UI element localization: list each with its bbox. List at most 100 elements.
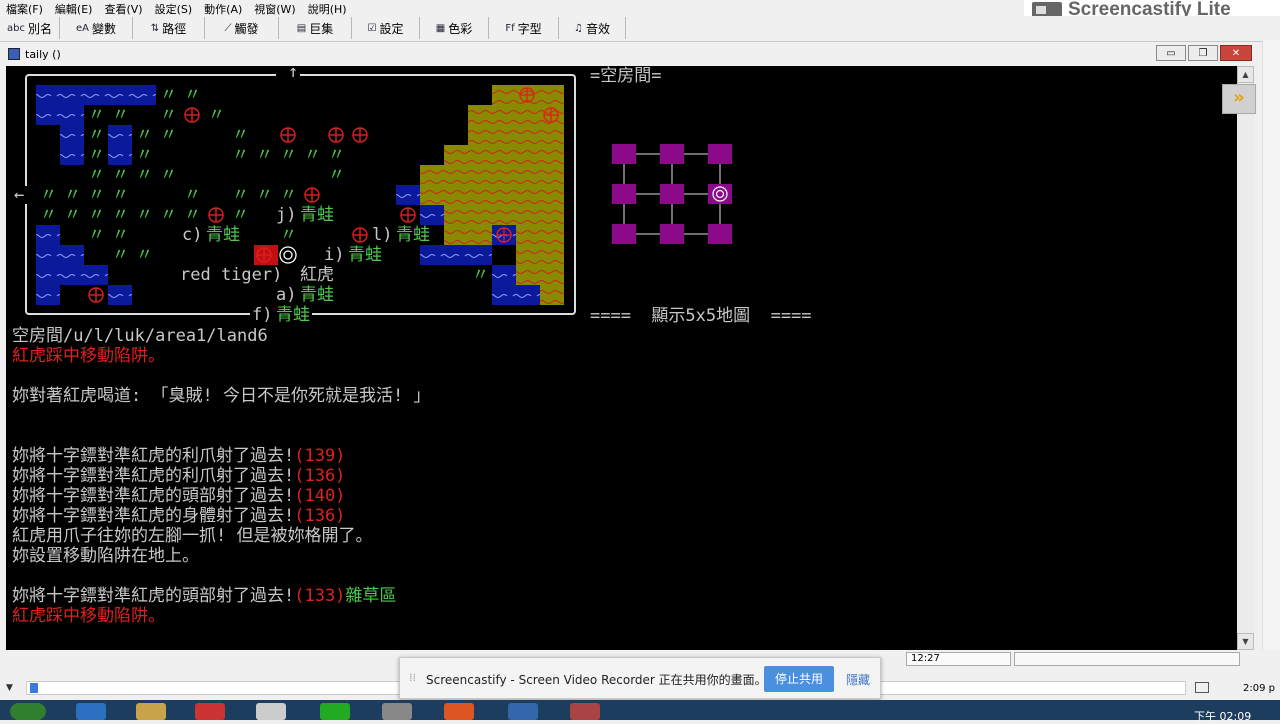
toolbar-label: 色彩: [448, 21, 473, 36]
menu-settings[interactable]: 設定(S): [149, 0, 199, 16]
toolbar-font-button[interactable]: Ff 字型: [489, 17, 559, 39]
drag-handle-icon[interactable]: ⁞⁞: [409, 671, 416, 684]
claw-message: 紅虎用爪子往妳的左腳一抓! 但是被妳格開了。: [12, 526, 373, 546]
toolbar-label: 觸發: [234, 21, 259, 36]
water-tile: [492, 285, 540, 305]
hide-button[interactable]: 隱藏: [846, 671, 870, 688]
toolbar-settings-button[interactable]: ☑ 設定: [352, 17, 420, 39]
trap-message: 紅虎踩中移動陷阱。: [12, 346, 165, 366]
grass-mark: 〃: [328, 145, 345, 165]
app-icon[interactable]: [570, 703, 600, 720]
minimap-room: [660, 224, 684, 244]
water-tile: [108, 125, 132, 145]
path-icon: ⇅: [150, 22, 160, 34]
water-tile: [36, 225, 60, 245]
chevron-down-icon[interactable]: »: [1222, 84, 1256, 114]
npc-label: l): [372, 225, 393, 245]
water-tile: [36, 245, 84, 265]
grass-mark: 〃: [88, 225, 105, 245]
folder-icon[interactable]: [136, 703, 166, 720]
input-cursor: [30, 683, 38, 693]
menu-help[interactable]: 說明(H): [302, 0, 353, 16]
toolbar-color-button[interactable]: ▦ 色彩: [420, 17, 489, 39]
app-icon[interactable]: [444, 703, 474, 720]
history-dropdown-icon[interactable]: ▼: [6, 683, 13, 693]
taskbar: 下午 02:09: [0, 700, 1280, 723]
chrome-icon[interactable]: [195, 703, 225, 720]
taskbar-clock: 下午 02:09: [1194, 710, 1252, 723]
area-name: 雜草區: [345, 586, 397, 606]
damage-value: (136): [294, 506, 346, 526]
water-tile: [60, 125, 84, 145]
grass-mark: 〃: [280, 225, 297, 245]
grass-mark: 〃: [232, 205, 249, 225]
share-message: Screencastify - Screen Video Recorder 正在…: [426, 673, 767, 687]
minimize-button[interactable]: ▭: [1156, 45, 1186, 61]
minimap-room: [660, 144, 684, 164]
grass-mark: 〃: [136, 125, 153, 145]
restore-button[interactable]: ❐: [1188, 45, 1218, 61]
shot-line: 妳將十字鏢對準紅虎的身體射了過去!(136): [12, 506, 345, 526]
damage-value: (139): [294, 446, 346, 466]
toolbar-sound-button[interactable]: ♫ 音效: [559, 17, 626, 39]
tool-icon[interactable]: [256, 703, 286, 720]
menu-file[interactable]: 檔案(F): [0, 0, 49, 16]
trap-message: 紅虎踩中移動陷阱。: [12, 606, 165, 626]
toolbar-macro-button[interactable]: ▤ 巨集: [279, 17, 352, 39]
water-tile: [396, 185, 420, 205]
scroll-down-icon[interactable]: ▼: [1237, 633, 1254, 650]
minimize-icon: ▭: [1166, 47, 1176, 59]
toolbar-trigger-button[interactable]: ⟋ 觸發: [205, 17, 279, 39]
shot-text: 妳將十字鏢對準紅虎的利爪射了過去!: [12, 466, 295, 486]
sand-tile: [444, 205, 564, 225]
line-icon[interactable]: [320, 703, 350, 720]
toolbar-label: 設定: [379, 21, 404, 36]
minimap-room: [708, 144, 732, 164]
room-path: 空房間/u/l/luk/area1/land6: [12, 326, 268, 346]
close-icon: ✕: [1231, 47, 1241, 59]
keyboard-icon[interactable]: [1195, 682, 1209, 693]
menu-view[interactable]: 查看(V): [98, 0, 148, 16]
trap-icon: [543, 107, 559, 123]
minimap-room: [660, 184, 684, 204]
grass-mark: 〃: [160, 105, 177, 125]
toolbar-variable-button[interactable]: eA 變數: [60, 17, 133, 39]
palette-icon: ▦: [435, 22, 446, 34]
grass-mark: 〃: [328, 165, 345, 185]
toolbar-alias-button[interactable]: abc 別名: [0, 17, 60, 39]
menu-action[interactable]: 動作(A): [198, 0, 248, 16]
app-icon[interactable]: [508, 703, 538, 720]
water-tile: [36, 265, 108, 285]
water-tile: [36, 285, 60, 305]
npc-name: 青蛙: [348, 245, 382, 265]
grass-mark: 〃: [112, 245, 129, 265]
stop-sharing-button[interactable]: 停止共用: [764, 666, 834, 692]
toolbar-path-button[interactable]: ⇅ 路徑: [133, 17, 205, 39]
npc-label: a): [276, 285, 297, 305]
menu-edit[interactable]: 編輯(E): [49, 0, 99, 16]
browser-icon[interactable]: [76, 703, 106, 720]
sand-tile: [516, 265, 564, 285]
terminal-scrollbar[interactable]: ▲ ▼: [1237, 66, 1254, 650]
window-titlebar: taily () ▭ ❐ ✕: [6, 43, 1256, 65]
npc-name: 青蛙: [276, 305, 310, 325]
map-caption: ==== 顯示5x5地圖 ====: [590, 306, 812, 326]
start-icon[interactable]: [10, 703, 46, 720]
close-button[interactable]: ✕: [1220, 45, 1252, 61]
menu-window[interactable]: 視窗(W): [248, 0, 301, 16]
shot-line: 妳將十字鏢對準紅虎的頭部射了過去!(133)雜草區: [12, 586, 396, 606]
grass-mark: 〃: [304, 145, 321, 165]
grass-mark: 〃: [64, 205, 81, 225]
damage-value: (140): [294, 486, 346, 506]
speaker-icon: ♫: [574, 22, 583, 34]
trap-icon: [519, 87, 535, 103]
grass-mark: 〃: [136, 145, 153, 165]
set-trap-message: 妳設置移動陷阱在地上。: [12, 546, 199, 566]
grass-mark: 〃: [112, 165, 129, 185]
toolbar-label: 音效: [585, 21, 610, 36]
horizontal-scrollbar[interactable]: [1014, 652, 1240, 666]
grass-mark: 〃: [88, 185, 105, 205]
sand-tile: [444, 145, 564, 165]
app-icon[interactable]: [382, 703, 412, 720]
scroll-up-icon[interactable]: ▲: [1237, 66, 1254, 83]
